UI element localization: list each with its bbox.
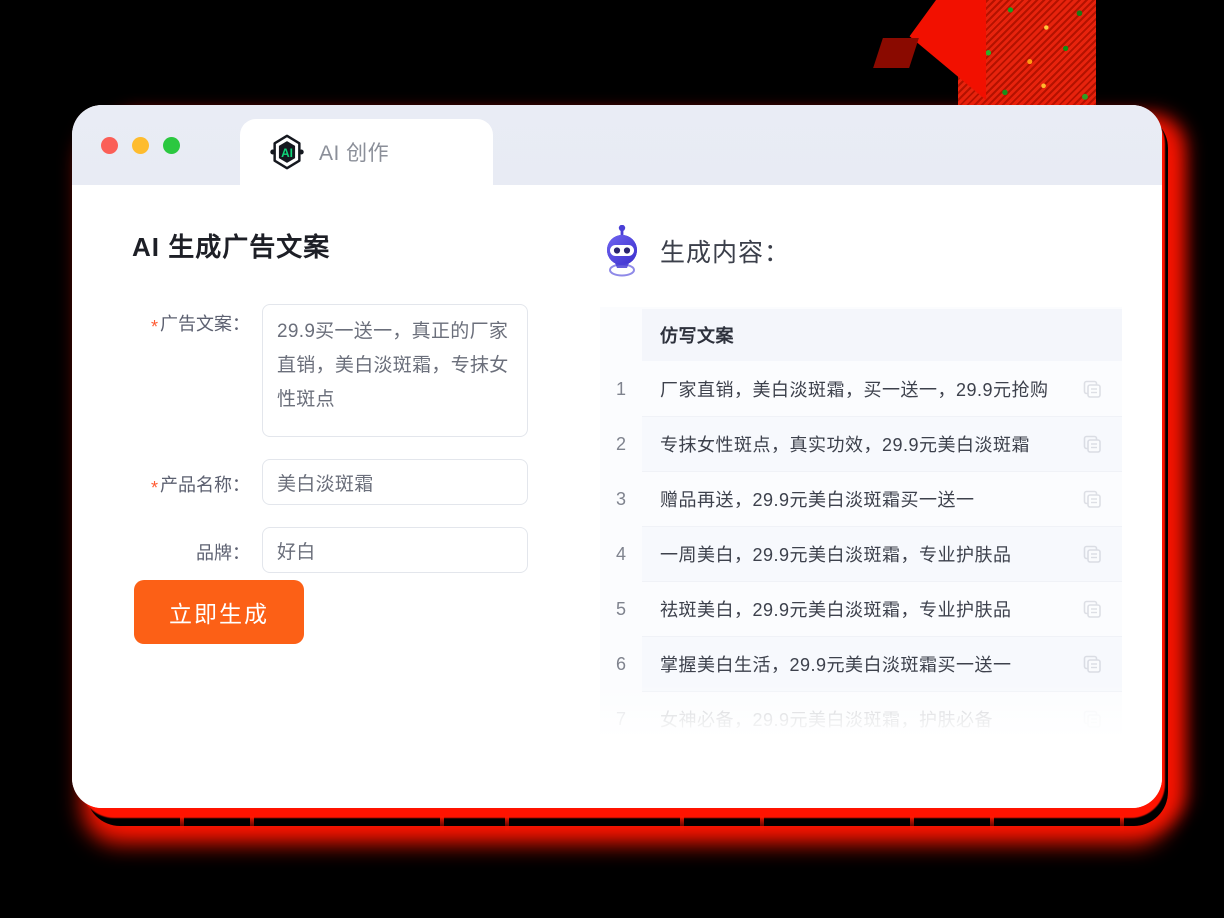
field-ad-copy-label: * 广告文案： [150,314,250,337]
ai-hexagon-logo-icon: AI [268,133,306,171]
row-content: 厂家直销，美白淡斑霜，买一送一，29.9元抢购 [642,362,1122,417]
copy-icon[interactable] [1082,434,1102,454]
table-row[interactable]: 1 厂家直销，美白淡斑霜，买一送一，29.9元抢购 [600,362,1122,417]
form-panel: AI 生成广告文案 * 广告文案： 29.9买一送一，真正的厂家直销，美白淡斑霜，… [72,185,592,808]
table-row[interactable]: 5 祛斑美白，29.9元美白淡斑霜，专业护肤品 [600,582,1122,637]
table-row[interactable]: 7 女神必备，29.9元美白淡斑霜，护肤必备 [600,692,1122,747]
table-row[interactable]: 2 专抹女性斑点，真实功效，29.9元美白淡斑霜 [600,417,1122,472]
copy-icon[interactable] [1082,599,1102,619]
field-product-name: * 产品名称： 美白淡斑霜 [132,459,592,505]
row-number: 4 [615,544,626,564]
card-glow-drips [120,816,1160,842]
table-column-header: 仿写文案 [642,308,1122,361]
copy-icon[interactable] [1082,709,1102,729]
results-table-rows: 仿写文案 1 厂家直销，美白淡斑霜，买一送一，29.9元抢购 2 专抹女性斑点，… [600,307,1122,747]
copy-icon[interactable] [1082,544,1102,564]
tab-ai-creation[interactable]: AI AI 创作 [240,119,493,185]
row-text: 女神必备，29.9元美白淡斑霜，护肤必备 [660,710,994,730]
copy-icon[interactable] [1082,654,1102,674]
field-ad-copy: * 广告文案： 29.9买一送一，真正的厂家直销，美白淡斑霜，专抹女性斑点 [132,304,592,437]
row-content: 一周美白，29.9元美白淡斑霜，专业护肤品 [642,527,1122,582]
row-number: 5 [615,599,626,619]
svg-text:AI: AI [281,146,293,160]
field-brand-label: 品牌： [196,543,250,563]
copy-icon[interactable] [1082,379,1102,399]
row-number: 6 [615,654,626,674]
product-name-input[interactable]: 美白淡斑霜 [262,459,528,505]
table-header-row: 仿写文案 [600,307,1122,362]
ad-copy-textarea[interactable]: 29.9买一送一，真正的厂家直销，美白淡斑霜，专抹女性斑点 [262,304,528,437]
row-text: 一周美白，29.9元美白淡斑霜，专业护肤品 [660,545,1012,565]
required-asterisk-icon: * [150,478,158,498]
row-number: 3 [615,489,626,509]
row-text: 赠品再送，29.9元美白淡斑霜买一送一 [660,490,975,510]
minimize-window-icon[interactable] [132,137,149,154]
row-number: 7 [615,709,626,729]
decorative-corner-graphic [866,0,1096,110]
row-text: 厂家直销，美白淡斑霜，买一送一，29.9元抢购 [660,380,1049,400]
row-content: 女神必备，29.9元美白淡斑霜，护肤必备 [642,692,1122,747]
table-row[interactable]: 3 赠品再送，29.9元美白淡斑霜买一送一 [600,472,1122,527]
row-text: 祛斑美白，29.9元美白淡斑霜，专业护肤品 [660,600,1012,620]
row-content: 祛斑美白，29.9元美白淡斑霜，专业护肤品 [642,582,1122,637]
table-row[interactable]: 4 一周美白，29.9元美白淡斑霜，专业护肤品 [600,527,1122,582]
generate-button[interactable]: 立即生成 [134,580,304,644]
row-content: 赠品再送，29.9元美白淡斑霜买一送一 [642,472,1122,527]
results-title: 生成内容： [660,239,791,267]
app-window: AI AI 创作 AI 生成广告文案 * 广告文案： 29.9买一送一，真正的厂家… [72,105,1162,808]
field-brand: 品牌： 好白 [132,527,592,573]
window-body: AI 生成广告文案 * 广告文案： 29.9买一送一，真正的厂家直销，美白淡斑霜，… [72,185,1162,808]
row-number: 1 [615,379,626,399]
table-row[interactable]: 6 掌握美白生活，29.9元美白淡斑霜买一送一 [600,637,1122,692]
copy-icon[interactable] [1082,489,1102,509]
field-product-name-label: * 产品名称： [150,475,250,498]
maximize-window-icon[interactable] [163,137,180,154]
results-header: 生成内容： [592,224,1122,277]
close-window-icon[interactable] [101,137,118,154]
required-asterisk-icon: * [150,317,158,337]
row-content: 掌握美白生活，29.9元美白淡斑霜买一送一 [642,637,1122,692]
row-text: 掌握美白生活，29.9元美白淡斑霜买一送一 [660,655,1012,675]
title-bar: AI AI 创作 [72,105,1162,185]
row-number: 2 [615,434,626,454]
results-panel: 生成内容： 仿写文案 1 厂家直销，美白淡斑霜，买一送一，29.9元抢购 2 专… [592,185,1162,808]
row-text: 专抹女性斑点，真实功效，29.9元美白淡斑霜 [660,435,1031,455]
screenshot-stage: AI AI 创作 AI 生成广告文案 * 广告文案： 29.9买一送一，真正的厂家… [0,0,1224,918]
tab-label: AI 创作 [319,142,390,165]
page-title: AI 生成广告文案 [132,232,331,262]
traffic-light-buttons[interactable] [101,137,180,154]
robot-icon [600,224,644,277]
results-table: 仿写文案 1 厂家直销，美白淡斑霜，买一送一，29.9元抢购 2 专抹女性斑点，… [592,307,1122,747]
row-content: 专抹女性斑点，真实功效，29.9元美白淡斑霜 [642,417,1122,472]
brand-input[interactable]: 好白 [262,527,528,573]
